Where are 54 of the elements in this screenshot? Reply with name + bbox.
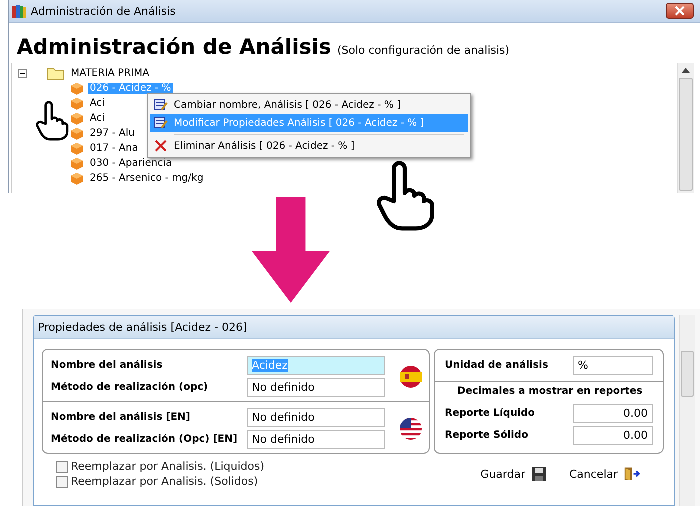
down-arrow-icon [251, 197, 331, 303]
cube-icon [70, 82, 84, 96]
close-icon [675, 6, 685, 16]
field-label: Reporte Sólido [445, 430, 530, 441]
tree-item[interactable]: 017 - Ana [88, 143, 140, 154]
cube-icon [70, 112, 84, 126]
flag-icon [399, 364, 423, 388]
menu-item[interactable]: Cambiar nombre, Análisis [ 026 - Acidez - % ] [150, 96, 468, 114]
flag-icon [399, 416, 423, 440]
cube-icon [70, 156, 84, 170]
save-button[interactable]: Guardar [478, 464, 550, 484]
edit-icon [154, 98, 168, 112]
field-label: Reporte Líquido [445, 408, 536, 419]
books-icon [11, 3, 27, 19]
tree-item[interactable]: 030 - Apariencia [88, 158, 174, 169]
exit-door-icon [624, 466, 640, 482]
cancel-button[interactable]: Cancelar [567, 464, 642, 484]
folder-icon [47, 66, 65, 80]
input-field[interactable]: No definido [247, 408, 385, 427]
input-field[interactable]: % [573, 356, 653, 375]
tree-item[interactable]: 297 - Alu [88, 128, 138, 139]
scrollbar[interactable] [679, 315, 695, 506]
cube-icon [70, 126, 84, 140]
scrollbar[interactable] [677, 63, 694, 193]
field-label: Nombre del análisis [51, 360, 164, 371]
scroll-up-icon[interactable] [682, 68, 690, 73]
cube-icon [70, 142, 84, 156]
input-field[interactable]: 0.00 [573, 404, 653, 423]
field-label: Método de realización (opc) [51, 382, 210, 393]
checkbox-option[interactable]: Reemplazar por Analisis. (Solidos) [56, 475, 265, 488]
input-field[interactable]: 0.00 [573, 426, 653, 445]
tree-item[interactable]: 265 - Arsenico - mg/kg [88, 173, 206, 184]
field-label: Unidad de análisis [445, 360, 550, 371]
input-field[interactable]: No definido [247, 430, 385, 449]
section-title: Decimales a mostrar en reportes [456, 386, 644, 399]
tree-item[interactable]: Aci [88, 98, 107, 109]
menu-item[interactable]: Eliminar Análisis [ 026 - Acidez - % ] [150, 137, 468, 155]
close-button[interactable] [666, 3, 694, 19]
checkbox-option[interactable]: Reemplazar por Analisis. (Liquidos) [56, 460, 265, 473]
edit-icon [154, 116, 168, 130]
field-label: Nombre del análisis [EN] [51, 412, 192, 423]
cube-icon [70, 96, 84, 110]
input-field[interactable]: No definido [247, 378, 385, 397]
delete-icon [154, 139, 168, 153]
dialog-title: Propiedades de análisis [Acidez - 026] [38, 320, 248, 334]
tree-item[interactable]: Aci [88, 113, 107, 124]
cube-icon [70, 172, 84, 186]
hand-cursor-icon [35, 100, 69, 142]
collapse-toggle[interactable] [18, 69, 27, 78]
page-heading: Administración de Análisis [17, 35, 332, 59]
field-label: Método de realización (Opc) [EN] [51, 434, 239, 445]
tree-item[interactable]: MATERIA PRIMA [69, 68, 152, 79]
page-subtitle: (Solo configuración de analisis) [337, 44, 510, 57]
window-title: Administración de Análisis [31, 4, 177, 18]
